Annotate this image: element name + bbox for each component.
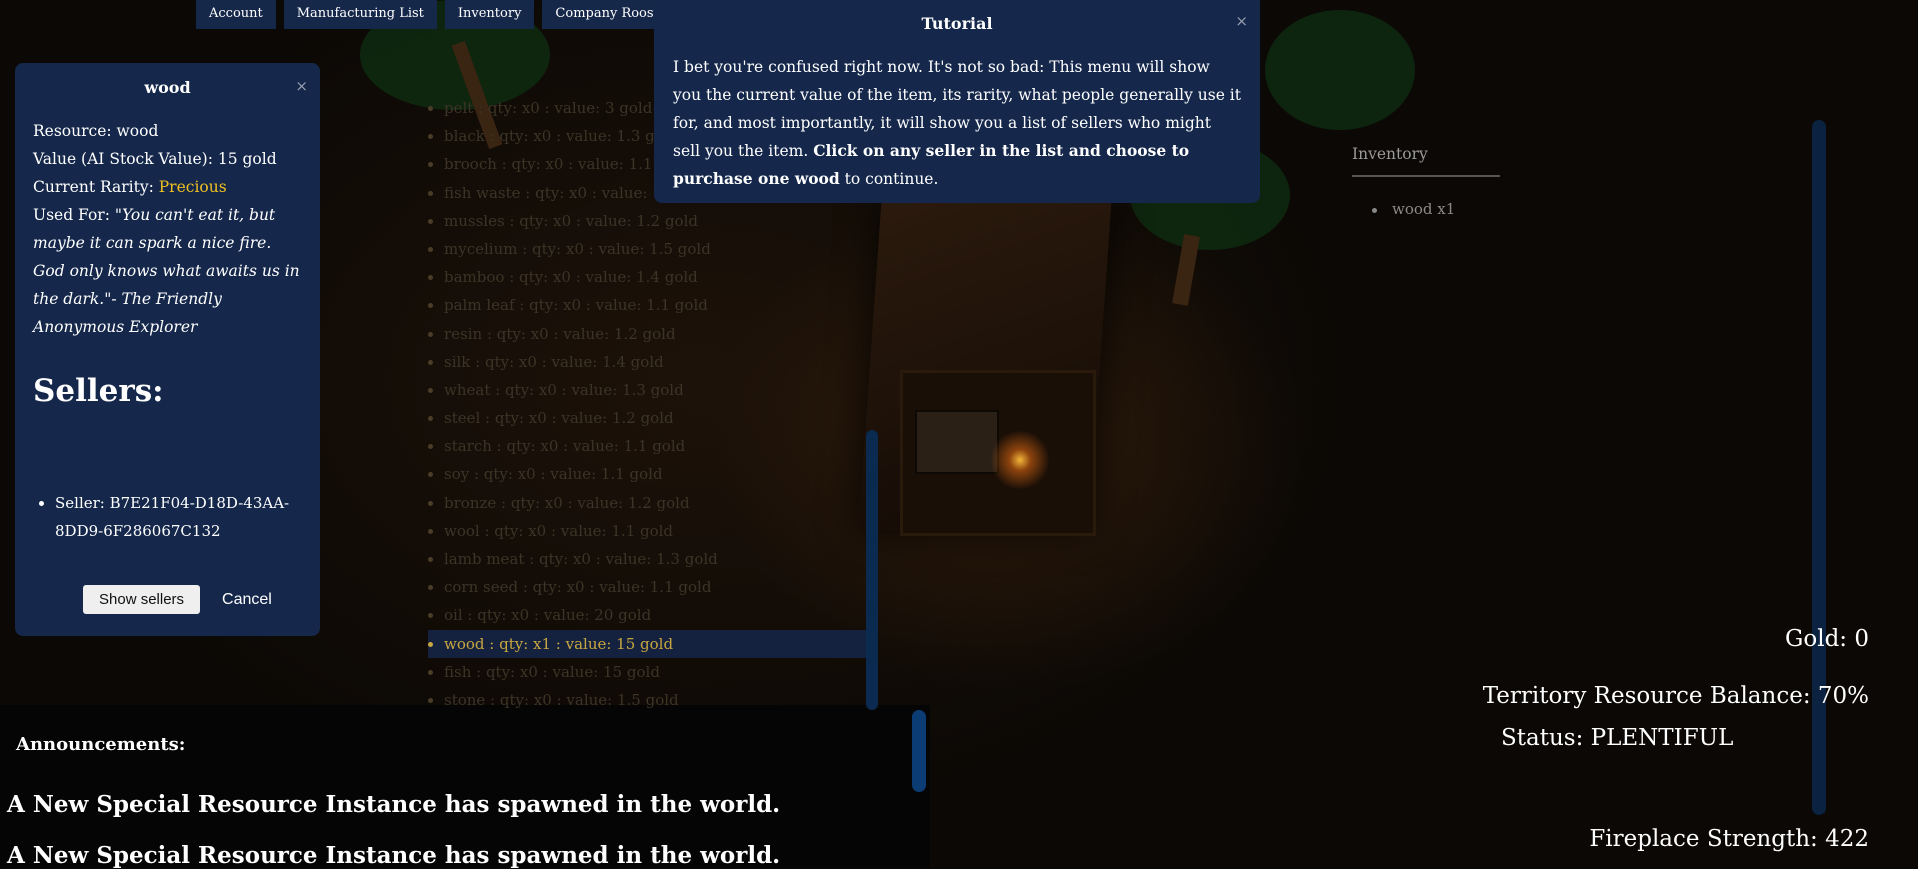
market-list-item[interactable]: silk : qty: x0 : value: 1.4 gold (428, 348, 868, 376)
market-list-item[interactable]: wool : qty: x0 : value: 1.1 gold (428, 517, 868, 545)
tutorial-tail: to continue. (839, 170, 939, 188)
panel-actions: Show sellers Cancel (83, 585, 272, 614)
announcement-message: A New Special Resource Instance has spaw… (7, 791, 781, 818)
item-value: Value (AI Stock Value): 15 gold (33, 150, 277, 168)
market-list-item[interactable]: stone : qty: x0 : value: 1.5 gold (428, 686, 868, 714)
market-list-item[interactable]: fish : qty: x0 : value: 15 gold (428, 658, 868, 686)
status-stat: Status: PLENTIFUL (1501, 725, 1734, 751)
sellers-heading: Sellers: (33, 373, 164, 409)
item-detail-panel: wood × Resource: wood Value (AI Stock Va… (15, 63, 320, 636)
close-icon[interactable]: × (1235, 12, 1248, 30)
gold-stat: Gold: 0 (1785, 626, 1869, 652)
seller-item[interactable]: Seller: B7E21F04-D18D-43AA-8DD9-6F286067… (55, 489, 302, 545)
market-list-item[interactable]: lamb meat : qty: x0 : value: 1.3 gold (428, 545, 868, 573)
show-sellers-button[interactable]: Show sellers (83, 585, 201, 614)
market-list-item[interactable]: bronze : qty: x0 : value: 1.2 gold (428, 489, 868, 517)
announcements-scrollbar[interactable] (912, 710, 926, 792)
announcements-title: Announcements: (16, 734, 186, 755)
used-for-quote: "You can't eat it, but maybe it can spar… (33, 206, 300, 336)
inventory-list: wood x1 (1372, 200, 1455, 218)
inventory-item[interactable]: wood x1 (1372, 200, 1455, 218)
cancel-button[interactable]: Cancel (222, 591, 272, 609)
close-icon[interactable]: × (295, 77, 308, 95)
item-panel-title: wood (144, 78, 191, 97)
rarity-value: Precious (158, 178, 227, 196)
market-list-item[interactable]: bamboo : qty: x0 : value: 1.4 gold (428, 263, 868, 291)
market-list-item[interactable]: steel : qty: x0 : value: 1.2 gold (428, 404, 868, 432)
nav-inventory[interactable]: Inventory (444, 0, 535, 29)
market-list-item[interactable]: mycelium : qty: x0 : value: 1.5 gold (428, 235, 868, 263)
item-rarity: Current Rarity: Precious (33, 173, 302, 201)
announcement-message: A New Special Resource Instance has spaw… (7, 842, 781, 869)
market-list-item[interactable]: corn seed : qty: x0 : value: 1.1 gold (428, 573, 868, 601)
top-nav: Account Manufacturing List Inventory Com… (196, 0, 686, 29)
market-list-item[interactable]: resin : qty: x0 : value: 1.2 gold (428, 320, 868, 348)
tree-canopy (1265, 10, 1415, 130)
market-list-item[interactable]: starch : qty: x0 : value: 1.1 gold (428, 432, 868, 460)
market-list-scrollbar[interactable] (866, 430, 878, 710)
seller-list: Seller: B7E21F04-D18D-43AA-8DD9-6F286067… (33, 489, 302, 545)
market-list-item[interactable]: soy : qty: x0 : value: 1.1 gold (428, 460, 868, 488)
used-for-label: Used For: (33, 206, 115, 224)
market-list-item[interactable]: mussles : qty: x0 : value: 1.2 gold (428, 207, 868, 235)
market-list-item[interactable]: wheat : qty: x0 : value: 1.3 gold (428, 376, 868, 404)
market-list-item[interactable]: palm leaf : qty: x0 : value: 1.1 gold (428, 291, 868, 319)
territory-balance-stat: Territory Resource Balance: 70% (1482, 683, 1869, 709)
tutorial-popup: Tutorial × I bet you're confused right n… (654, 0, 1260, 203)
fireplace-strength-stat: Fireplace Strength: 422 (1589, 826, 1869, 852)
rarity-label: Current Rarity: (33, 178, 159, 196)
tutorial-title: Tutorial (921, 14, 993, 33)
market-list-item[interactable]: oil : qty: x0 : value: 20 gold (428, 601, 868, 629)
market-list-item[interactable]: wood : qty: x1 : value: 15 gold (428, 629, 868, 658)
item-used-for: Used For: "You can't eat it, but maybe i… (33, 201, 302, 341)
nav-manufacturing-list[interactable]: Manufacturing List (283, 0, 437, 29)
nav-account[interactable]: Account (196, 0, 276, 29)
inventory-heading: Inventory (1352, 145, 1500, 177)
fireplace-glow (990, 430, 1050, 490)
cabin-bed (915, 410, 999, 474)
right-scrollbar[interactable] (1812, 120, 1826, 815)
tutorial-text: I bet you're confused right now. It's no… (673, 53, 1241, 193)
item-resource: Resource: wood (33, 122, 159, 140)
